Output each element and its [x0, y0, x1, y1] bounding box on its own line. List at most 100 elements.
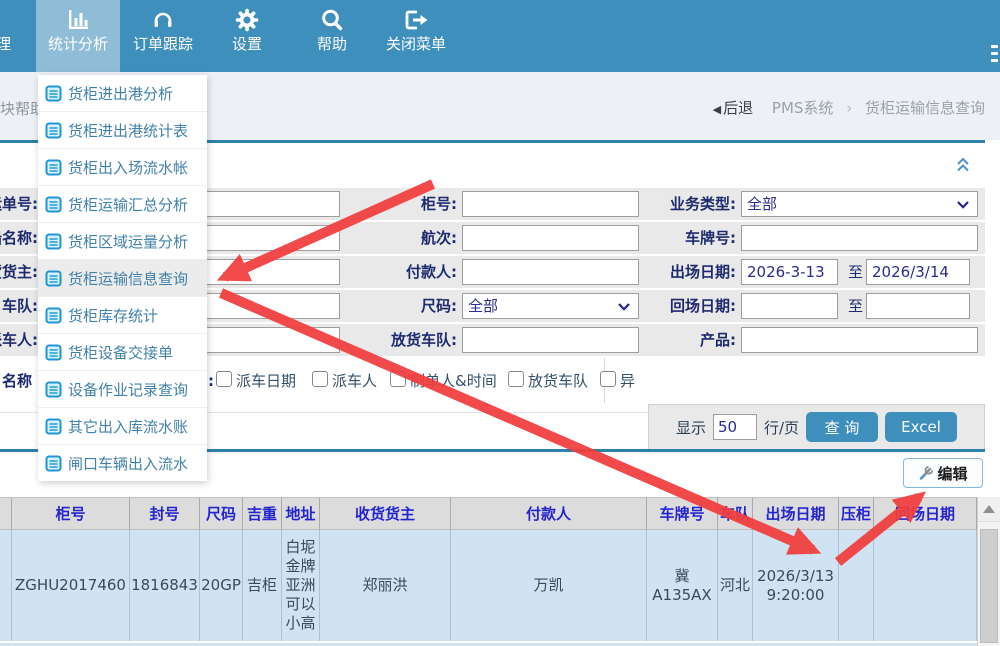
- row-cell-size: 20GP: [200, 530, 243, 641]
- statistics-dropdown-menu: 货柜进出港分析 货柜进出港统计表 货柜出入场流水帐 货柜运输汇总分析 货柜区域运…: [38, 75, 207, 481]
- nav-item-close-menu[interactable]: 关闭菜单: [374, 0, 458, 72]
- header-cell[interactable]: 柜号: [12, 498, 130, 530]
- dispatcher-checkbox[interactable]: [312, 371, 328, 387]
- menu-item-yard-inout-ledger[interactable]: 货柜出入场流水帐: [38, 149, 207, 186]
- out-date-to-input[interactable]: [866, 259, 970, 285]
- ship-name-label: 船名称:: [0, 222, 38, 254]
- dispatcher-cb-label: 派车人: [332, 358, 377, 404]
- name-label: 名称: [2, 358, 32, 404]
- menu-item-inventory-stats[interactable]: 货柜库存统计: [38, 297, 207, 334]
- nav-item-settings[interactable]: 设置: [205, 0, 289, 72]
- scrollbar-thumb[interactable]: [980, 529, 998, 643]
- return-date-from-input[interactable]: [741, 293, 838, 319]
- nav-item-help[interactable]: 帮助: [290, 0, 374, 72]
- breadcrumb-separator: ›: [846, 99, 852, 117]
- menu-item-port-inout-analysis[interactable]: 货柜进出港分析: [38, 75, 207, 112]
- document-icon: [45, 85, 62, 102]
- scroll-up-button[interactable]: [978, 497, 1000, 522]
- header-cell[interactable]: 出场日期: [753, 498, 839, 530]
- size-label: 尺码:: [345, 290, 457, 322]
- to-word: 至: [848, 290, 863, 322]
- menu-item-port-inout-table[interactable]: 货柜进出港统计表: [38, 112, 207, 149]
- header-cell[interactable]: 车牌号: [647, 498, 718, 530]
- release-fleet-checkbox[interactable]: [508, 371, 524, 387]
- back-link[interactable]: ◀后退: [713, 99, 753, 117]
- nav-item-statistics[interactable]: 统计分析: [36, 0, 120, 72]
- page-size-input[interactable]: [713, 414, 757, 440]
- return-date-to-input[interactable]: [866, 293, 970, 319]
- menu-item-transport-info-query[interactable]: 货柜运输信息查询: [38, 260, 207, 297]
- dispatch-date-label: 派车日期: [236, 358, 296, 404]
- menu-item-region-volume[interactable]: 货柜区域运量分析: [38, 223, 207, 260]
- edit-button[interactable]: 编辑: [903, 458, 983, 488]
- row-cell-payer: 万凯: [451, 530, 647, 641]
- chevron-down-icon: [957, 201, 969, 209]
- nav-label: 设置: [205, 34, 289, 54]
- plate-no-input[interactable]: [741, 225, 978, 251]
- header-cell[interactable]: 回场日期: [874, 498, 977, 530]
- header-cell[interactable]: 压柜: [839, 498, 874, 530]
- header-cell[interactable]: 地址: [282, 498, 320, 530]
- more-icon[interactable]: [991, 45, 998, 65]
- document-icon: [45, 233, 62, 250]
- nav-label: 统计分析: [36, 34, 120, 54]
- out-date-from-input[interactable]: [741, 259, 838, 285]
- row-cell-plate: 冀 A135AX: [647, 530, 718, 641]
- header-cell[interactable]: 车队: [718, 498, 753, 530]
- waybill-label: 运单号:: [0, 188, 38, 220]
- row-cell-weight: 吉柜: [243, 530, 282, 641]
- product-label: 产品:: [600, 324, 736, 356]
- header-cell[interactable]: 收货货主: [320, 498, 451, 530]
- menu-item-equipment-handover[interactable]: 货柜设备交接单: [38, 334, 207, 371]
- out-date-label: 出场日期:: [600, 256, 736, 288]
- dispatch-date-checkbox[interactable]: [216, 371, 232, 387]
- table-row[interactable]: ZGHU2017460 1816843 20GP 吉柜 白坭金牌亚洲可以小高 郑…: [0, 530, 977, 641]
- excel-button[interactable]: Excel: [885, 412, 957, 442]
- maker-time-label: 制单人&时间: [410, 358, 497, 404]
- row-cell-address: 白坭金牌亚洲可以小高: [282, 530, 320, 641]
- breadcrumb-current: 货柜运输信息查询: [865, 99, 985, 117]
- row-cell: [0, 530, 12, 641]
- document-icon: [45, 418, 62, 435]
- row-cell-seal-no: 1816843: [130, 530, 200, 641]
- menu-item-gate-vehicle-flow[interactable]: 闸口车辆出入流水: [38, 445, 207, 481]
- payer-label: 付款人:: [345, 256, 457, 288]
- header-cell[interactable]: 付款人: [451, 498, 647, 530]
- biz-type-select[interactable]: 全部: [741, 191, 978, 217]
- nav-item-manage[interactable]: 管理: [0, 0, 38, 72]
- header-cell[interactable]: 尺码: [200, 498, 243, 530]
- menu-item-other-warehouse-ledger[interactable]: 其它出入库流水账: [38, 408, 207, 445]
- pms-app: 管理 统计分析 订单跟踪: [0, 0, 1000, 646]
- nav-label: 关闭菜单: [374, 34, 458, 54]
- nav-item-order-tracking[interactable]: 订单跟踪: [121, 0, 205, 72]
- bar-chart-icon: [65, 7, 91, 33]
- row-cell-container-no: ZGHU2017460: [12, 530, 130, 641]
- document-icon: [45, 196, 62, 213]
- query-button[interactable]: 查 询: [806, 412, 878, 442]
- header-cell[interactable]: 吉重: [243, 498, 282, 530]
- show-label: 显示: [676, 417, 706, 438]
- abnormal-checkbox[interactable]: [600, 371, 616, 387]
- header-cell[interactable]: 封号: [130, 498, 200, 530]
- product-input[interactable]: [741, 327, 978, 353]
- document-icon: [45, 307, 62, 324]
- row-cell-out-date: 2026/3/13 9:20:00: [753, 530, 839, 641]
- row-cell-fleet: 河北: [718, 530, 753, 641]
- header-cell[interactable]: [0, 498, 12, 530]
- colon: :: [208, 358, 214, 404]
- to-word: 至: [848, 256, 863, 288]
- row-cell-consignee: 郑丽洪: [320, 530, 451, 641]
- biz-type-label: 业务类型:: [600, 188, 736, 220]
- rows-per-page-label: 行/页: [764, 417, 799, 438]
- fleet-label: 车队:: [0, 290, 38, 322]
- nav-label: 管理: [0, 34, 38, 54]
- table-scrollbar[interactable]: [977, 497, 1000, 646]
- table-header-row: 柜号 封号 尺码 吉重 地址 收货货主 付款人 车牌号 车队 出场日期 压柜 回…: [0, 497, 977, 530]
- row-cell-return-date: [874, 530, 977, 641]
- maker-time-checkbox[interactable]: [390, 371, 406, 387]
- breadcrumb-root[interactable]: PMS系统: [772, 99, 834, 117]
- voyage-label: 航次:: [345, 222, 457, 254]
- collapse-panel-icon[interactable]: [955, 157, 971, 172]
- menu-item-equipment-job-log[interactable]: 设备作业记录查询: [38, 371, 207, 408]
- menu-item-transport-summary[interactable]: 货柜运输汇总分析: [38, 186, 207, 223]
